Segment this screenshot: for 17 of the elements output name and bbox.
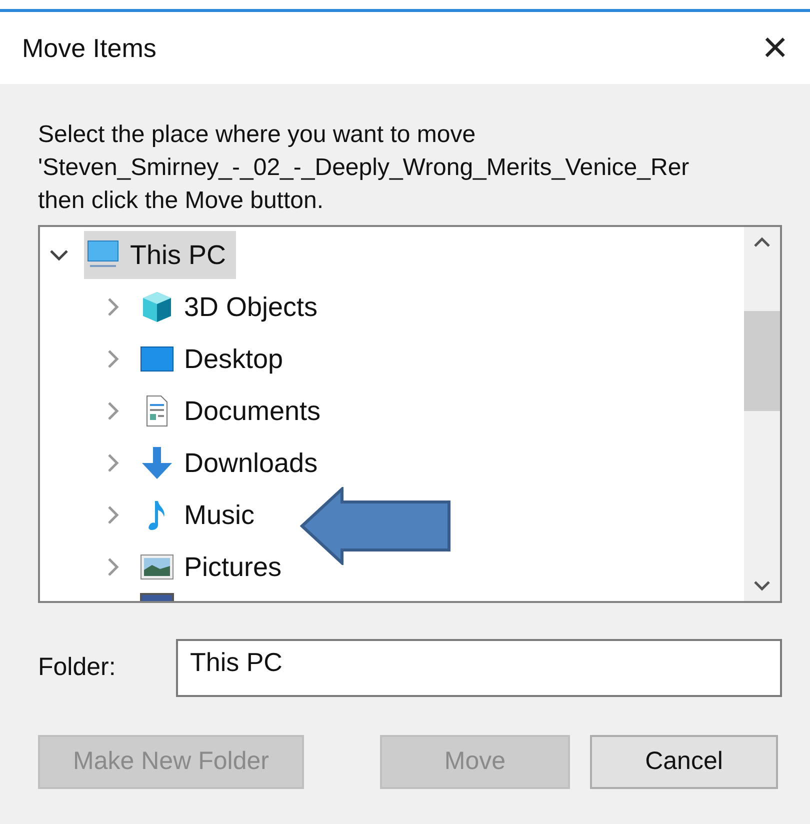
folder-field[interactable]: This PC [176,639,782,697]
scrollbar-thumb[interactable] [744,311,780,411]
tree-item[interactable]: This PC [84,231,236,279]
close-button[interactable]: × [754,26,796,70]
scrollbar[interactable] [744,227,780,601]
dialog-button[interactable]: Cancel [590,735,778,789]
tree-item[interactable]: Pictures [138,543,292,591]
tree-item[interactable]: Downloads [138,439,328,487]
tree-item[interactable]: Documents [138,387,331,435]
down-arrow-icon [140,446,174,480]
instruction-text: Select the place where you want to move 'Steven_Smirney_-_02_-_Deeply_Wrong_Merits_Venice_Rer then click the Move button. [38,120,690,216]
cube-icon [140,290,174,324]
tree-item[interactable]: 3D Objects [138,283,328,331]
tree-item[interactable]: Music [138,491,265,539]
window-title: Move Items [22,32,156,64]
tree-item[interactable]: Desktop [138,335,294,383]
folder-label: Folder: [38,652,117,684]
